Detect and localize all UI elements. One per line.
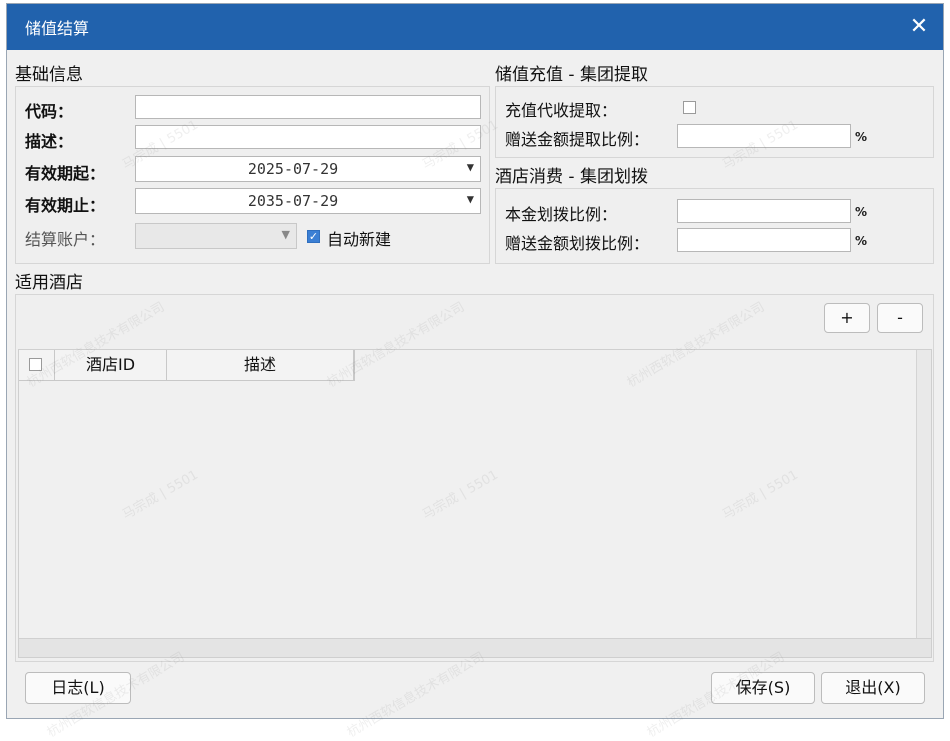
basic-info-title: 基础信息 xyxy=(15,65,83,85)
gift-transfer-ratio-input[interactable] xyxy=(677,228,851,252)
chevron-down-icon[interactable]: ▼ xyxy=(467,192,474,206)
code-input[interactable] xyxy=(135,95,481,119)
valid-to-datepicker[interactable]: 2035-07-29 ▼ xyxy=(135,188,481,214)
valid-from-value: 2025-07-29 xyxy=(247,160,339,178)
valid-from-datepicker[interactable]: 2025-07-29 ▼ xyxy=(135,156,481,182)
valid-to-label: 有效期止： xyxy=(25,196,106,215)
collect-label: 充值代收提取： xyxy=(505,101,618,120)
gift-transfer-ratio-label: 赠送金额划拨比例： xyxy=(505,234,650,253)
remove-hotel-button[interactable]: - xyxy=(877,303,923,333)
percent-sign: % xyxy=(855,234,868,248)
percent-sign: % xyxy=(855,205,868,219)
select-all-checkbox[interactable] xyxy=(29,358,42,371)
principal-ratio-input[interactable] xyxy=(677,199,851,223)
column-header-hotel-id[interactable]: 酒店ID xyxy=(55,350,167,380)
principal-ratio-label: 本金划拨比例： xyxy=(505,205,618,224)
gift-extract-ratio-label: 赠送金额提取比例： xyxy=(505,130,650,149)
save-button[interactable]: 保存(S) xyxy=(711,672,815,704)
code-label: 代码： xyxy=(25,102,74,121)
close-icon[interactable]: ✕ xyxy=(905,13,933,41)
vertical-scrollbar[interactable] xyxy=(916,350,931,639)
percent-sign: % xyxy=(855,130,868,144)
chevron-down-icon[interactable]: ▼ xyxy=(467,160,474,174)
horizontal-scrollbar[interactable] xyxy=(19,638,931,657)
gift-extract-ratio-input[interactable] xyxy=(677,124,851,148)
desc-input[interactable] xyxy=(135,125,481,149)
hotels-table: 酒店ID 描述 xyxy=(18,349,932,658)
desc-label: 描述： xyxy=(25,132,74,151)
recharge-section-title: 储值充值 - 集团提取 xyxy=(495,65,648,85)
column-header-description[interactable]: 描述 xyxy=(167,350,354,380)
account-combobox[interactable]: ▼ xyxy=(135,223,297,249)
add-hotel-button[interactable]: + xyxy=(824,303,870,333)
valid-to-value: 2035-07-29 xyxy=(247,192,339,210)
log-button[interactable]: 日志(L) xyxy=(25,672,131,704)
exit-button[interactable]: 退出(X) xyxy=(821,672,925,704)
auto-create-checkbox[interactable]: ✓ xyxy=(307,230,320,243)
auto-create-label[interactable]: 自动新建 xyxy=(327,226,391,250)
select-all-cell xyxy=(19,350,55,380)
collect-checkbox[interactable] xyxy=(683,101,696,114)
window-title: 储值结算 xyxy=(25,19,90,38)
chevron-down-icon[interactable]: ▼ xyxy=(282,228,290,241)
account-label: 结算账户： xyxy=(25,230,106,249)
table-header: 酒店ID 描述 xyxy=(19,350,355,381)
settlement-dialog: 储值结算 ✕ 基础信息 代码： 描述： 有效期起： 2025-07-29 ▼ 有… xyxy=(6,3,944,741)
title-bar: 储值结算 ✕ xyxy=(7,4,943,50)
valid-from-label: 有效期起： xyxy=(25,164,106,183)
hotels-section-title: 适用酒店 xyxy=(15,273,83,293)
hotel-consume-section-title: 酒店消费 - 集团划拨 xyxy=(495,167,648,187)
